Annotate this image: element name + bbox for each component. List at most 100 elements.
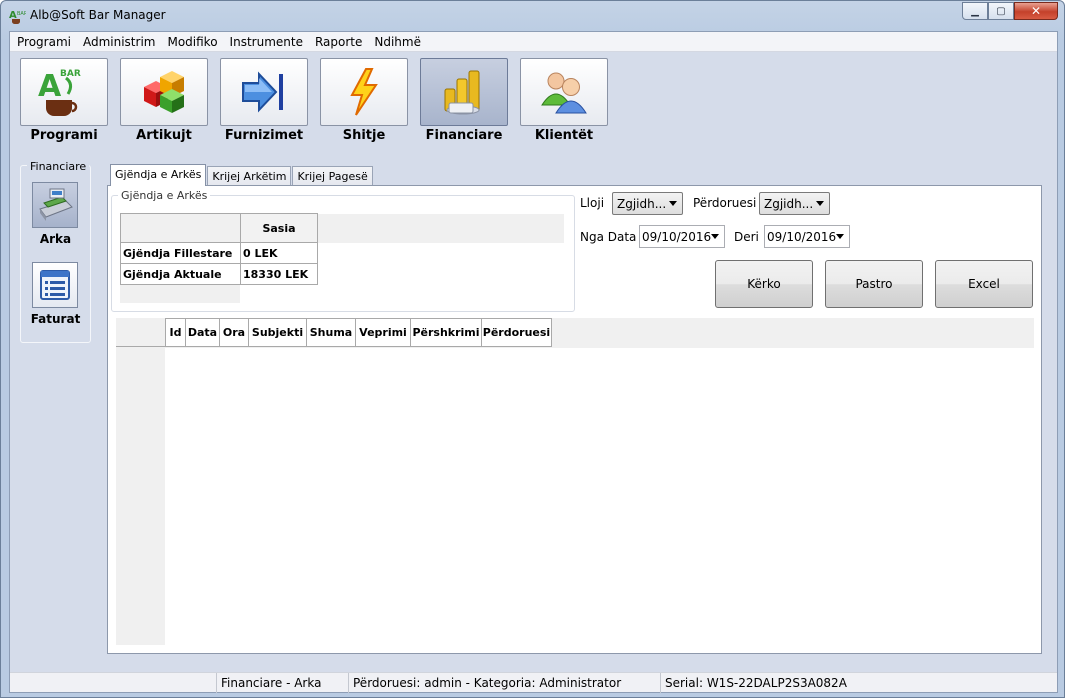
balance-group-title: Gjëndja e Arkës [118,189,211,202]
minimize-icon: ▁ [971,5,979,17]
toolbar-klientet-label: Klientët [534,128,594,143]
svg-text:A: A [38,69,62,104]
app-logo-icon: A BAR [9,10,26,25]
status-module: Financiare - Arka [216,673,348,693]
toolbar-furnizimet-label: Furnizimet [224,128,304,143]
colored-cubes-icon [144,71,184,113]
type-select-value: Zgjidh... [617,196,667,211]
user-select[interactable]: Zgjidh... [759,192,830,215]
status-bar: Financiare - Arka Përdoruesi: admin - Ka… [10,672,1057,693]
status-serial: Serial: W1S-22DALP2S3A082A [660,673,1057,693]
side-faturat-button[interactable] [32,262,78,308]
to-date-label: Deri [734,230,759,244]
side-panel: Financiare Arka Faturat [20,160,91,343]
close-icon: ✕ [1030,4,1042,18]
maximize-icon: ▢ [996,5,1006,17]
column-header-shuma[interactable]: Shuma [306,318,356,347]
tab-krijej-arketim[interactable]: Krijej Arkëtim [207,166,292,186]
toolbar-artikujt-button[interactable]: Artikujt [120,58,208,143]
window-title: Alb@Soft Bar Manager [30,8,166,22]
toolbar-financiare-button[interactable]: Financiare [420,58,508,143]
window-controls: ▁ ▢ ✕ [962,2,1058,20]
toolbar-shitje-button[interactable]: Shitje [320,58,408,143]
balance-grid-corner [120,213,241,243]
toolbar-programi-frame: A BAR [20,58,108,126]
toolbar-shitje-label: Shitje [342,128,386,143]
minimize-button[interactable]: ▁ [962,2,988,20]
maximize-button[interactable]: ▢ [988,2,1014,20]
from-date-picker[interactable]: 09/10/2016 [639,225,725,248]
balance-row-value: 18330 LEK [240,263,318,285]
toolbar-programi-button[interactable]: A BAR Programi [20,58,108,143]
search-button[interactable]: Kërko [715,260,813,308]
side-faturat-label: Faturat [30,312,81,326]
tab-krijej-pagese[interactable]: Krijej Pagesë [292,166,373,186]
svg-text:BAR: BAR [17,11,26,17]
tab-content-panel: Gjëndja e Arkës Sasia Gjëndja Fillestare… [107,185,1042,654]
transactions-grid-corner [116,318,166,347]
column-header-id[interactable]: Id [165,318,186,347]
user-select-value: Zgjidh... [764,196,814,211]
lightning-bolt-icon [350,68,378,116]
side-arka-button[interactable] [32,182,78,228]
from-date-value: 09/10/2016 [642,229,712,244]
invoice-list-icon [40,270,70,300]
balance-row-label: Gjëndja Aktuale [120,263,241,285]
balance-row-label: Gjëndja Fillestare [120,242,241,264]
excel-button[interactable]: Excel [935,260,1033,308]
client-area: Programi Administrim Modifiko Instrument… [9,31,1058,693]
toolbar-klientet-button[interactable]: Klientët [520,58,608,143]
toolbar-klientet-frame [520,58,608,126]
balance-row-value: 0 LEK [240,242,318,264]
menu-programi[interactable]: Programi [12,32,78,52]
import-arrow-icon [242,71,283,113]
menu-administrim[interactable]: Administrim [78,32,163,52]
tab-strip: Gjëndja e Arkës Krijej Arkëtim Krijej Pa… [110,164,374,186]
tab-gjendja-e-arkes[interactable]: Gjëndja e Arkës [110,164,207,186]
coins-stack-icon [444,70,480,115]
menu-modifiko[interactable]: Modifiko [162,32,224,52]
clear-button[interactable]: Pastro [825,260,923,308]
column-header-data[interactable]: Data [185,318,220,347]
menu-bar: Programi Administrim Modifiko Instrument… [10,32,1057,52]
app-window: A BAR Alb@Soft Bar Manager ▁ ▢ ✕ Program… [0,0,1065,698]
type-label: Lloji [580,196,605,210]
chevron-down-icon [816,201,824,206]
transactions-grid[interactable]: Id Data Ora Subjekti Shuma Veprimi Përsh… [116,318,1034,649]
cash-register-icon [39,188,73,221]
chevron-down-icon [669,201,677,206]
chevron-down-icon [836,234,844,239]
column-header-subjekti[interactable]: Subjekti [248,318,307,347]
user-label: Përdoruesi [693,196,757,210]
users-icon [541,72,587,114]
toolbar-artikujt-label: Artikujt [136,128,192,143]
to-date-value: 09/10/2016 [767,229,837,244]
toolbar-artikujt-frame [120,58,208,126]
side-panel-title: Financiare [27,160,90,173]
balance-column-header: Sasia [240,213,318,243]
toolbar-financiare-label: Financiare [425,128,503,143]
menu-ndihme[interactable]: Ndihmë [369,32,428,52]
column-header-veprimi[interactable]: Veprimi [355,318,411,347]
status-user: Përdoruesi: admin - Kategoria: Administr… [348,673,660,693]
side-arka-label: Arka [39,232,72,246]
title-bar: A BAR Alb@Soft Bar Manager ▁ ▢ ✕ [1,1,1064,31]
column-header-ora[interactable]: Ora [219,318,249,347]
toolbar-programi-label: Programi [30,128,98,143]
svg-text:BAR: BAR [60,69,81,79]
menu-raporte[interactable]: Raporte [310,32,369,52]
transactions-grid-rowheader-bg [116,348,165,645]
module-toolbar: A BAR Programi Artikujt Furnizimet Shitj… [20,58,608,143]
to-date-picker[interactable]: 09/10/2016 [764,225,850,248]
toolbar-shitje-frame [320,58,408,126]
balance-group: Gjëndja e Arkës Sasia Gjëndja Fillestare… [111,189,575,312]
toolbar-furnizimet-frame [220,58,308,126]
toolbar-financiare-frame [420,58,508,126]
toolbar-furnizimet-button[interactable]: Furnizimet [220,58,308,143]
column-header-pershkrimi[interactable]: Përshkrimi [410,318,482,347]
column-header-perdoruesi[interactable]: Përdoruesi [481,318,552,347]
close-button[interactable]: ✕ [1014,2,1058,20]
coffee-cup-logo-icon: A BAR [38,69,81,116]
type-select[interactable]: Zgjidh... [612,192,683,215]
menu-instrumente[interactable]: Instrumente [225,32,310,52]
